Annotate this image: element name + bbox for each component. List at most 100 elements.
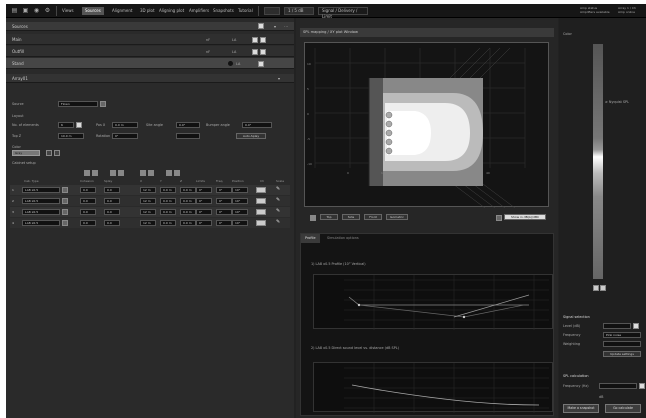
- cabinet-type-field[interactable]: LA8 x0.5: [22, 198, 60, 204]
- preset-btn[interactable]: [174, 170, 180, 176]
- table-cell[interactable]: 0.0: [104, 220, 120, 226]
- row-toggle[interactable]: [256, 187, 266, 193]
- calculate-button[interactable]: Go calculate: [605, 404, 641, 413]
- edit-icon[interactable]: ✎: [276, 219, 280, 225]
- table-cell[interactable]: 0.0 m: [180, 187, 196, 193]
- table-cell[interactable]: 0.0 m: [180, 198, 196, 204]
- view-toggle[interactable]: [310, 215, 316, 221]
- dropdown-arrow[interactable]: [62, 209, 68, 215]
- rotation-field[interactable]: 0°: [112, 133, 138, 139]
- undo-icon[interactable]: ◉: [33, 7, 40, 14]
- table-cell[interactable]: 10°: [232, 209, 248, 215]
- nav-3d-plot[interactable]: 3D plot: [140, 7, 155, 15]
- source-row-outfill[interactable]: Outfill nF LA: [6, 46, 294, 57]
- table-cell[interactable]: 0.0: [104, 187, 120, 193]
- table-cell[interactable]: 12 m: [140, 198, 156, 204]
- source-type-select[interactable]: Flown: [58, 101, 98, 107]
- nav-views[interactable]: Views: [62, 7, 74, 15]
- table-cell[interactable]: 0.0 m: [160, 198, 176, 204]
- source-row-stand[interactable]: Stand LA: [6, 58, 294, 69]
- dropdown-arrow[interactable]: [100, 101, 106, 107]
- pos-x-field[interactable]: 0.0 m: [112, 122, 138, 128]
- table-cell[interactable]: 0.0 m: [160, 220, 176, 226]
- spl-map[interactable]: 10 5 0 -5 -10 0 10 20 30 40: [304, 42, 549, 209]
- view-top-button[interactable]: Top: [320, 214, 338, 220]
- bumper-angle-field[interactable]: 0.0°: [242, 122, 272, 128]
- table-cell[interactable]: 0.0: [104, 209, 120, 215]
- level-control[interactable]: 1 / 5 dB: [284, 7, 314, 15]
- toolbar-control-1[interactable]: [264, 7, 280, 15]
- save-icon[interactable]: ▣: [22, 7, 29, 14]
- nav-tutorial[interactable]: Tutorial: [238, 7, 253, 15]
- edit-icon[interactable]: ✎: [276, 208, 280, 214]
- table-row[interactable]: 2 LA8 x0.5 0.0 0.0 12 m 0.0 m 0.0 m 0° 0° 10° ✎: [10, 196, 290, 206]
- table-cell[interactable]: 10°: [232, 220, 248, 226]
- scale-button[interactable]: [600, 285, 606, 291]
- nav-snapshots[interactable]: Snapshots: [213, 7, 234, 15]
- table-cell[interactable]: 10°: [232, 198, 248, 204]
- edit-icon[interactable]: ✎: [276, 186, 280, 192]
- table-cell[interactable]: 0°: [216, 198, 232, 204]
- row-toggle[interactable]: [256, 198, 266, 204]
- table-cell[interactable]: 0°: [196, 209, 212, 215]
- table-row[interactable]: 1 LA8 x0.5 0.0 0.0 12 m 0.0 m 0.0 m 0° 0° 10° ✎: [10, 185, 290, 195]
- cabinet-type-field[interactable]: LA8 x0.5: [22, 209, 60, 215]
- settings-icon[interactable]: ⚙: [44, 7, 51, 14]
- nav-alignment[interactable]: Alignment: [112, 7, 133, 15]
- site-angle-field[interactable]: 0.0°: [176, 122, 200, 128]
- menu-icon[interactable]: ▤: [11, 7, 18, 14]
- cabinet-type-field[interactable]: LA8 x0.5: [22, 187, 60, 193]
- cabinet-type-field[interactable]: LA8 x0.5: [22, 220, 60, 226]
- table-cell[interactable]: 0.0 m: [180, 209, 196, 215]
- table-cell[interactable]: 0°: [216, 220, 232, 226]
- table-cell[interactable]: 12 m: [140, 220, 156, 226]
- color-scale-bar[interactable]: [593, 44, 603, 279]
- table-cell[interactable]: 0°: [196, 187, 212, 193]
- mute-button[interactable]: [258, 61, 264, 67]
- solo-button[interactable]: [260, 49, 266, 55]
- table-cell[interactable]: 0°: [196, 198, 212, 204]
- dropdown-arrow[interactable]: [62, 187, 68, 193]
- view-side-button[interactable]: Side: [342, 214, 360, 220]
- edit-icon[interactable]: ✎: [276, 197, 280, 203]
- table-cell[interactable]: 0.0: [80, 220, 96, 226]
- preset-btn[interactable]: [166, 170, 172, 176]
- view-iso-button[interactable]: Isometric: [386, 214, 408, 220]
- row-toggle[interactable]: [256, 209, 266, 215]
- mute-button[interactable]: [252, 49, 258, 55]
- table-row[interactable]: 3 LA8 x0.5 0.0 0.0 12 m 0.0 m 0.0 m 0° 0° 10° ✎: [10, 207, 290, 217]
- top-z-field[interactable]: 10.0 m: [58, 133, 84, 139]
- auto-splay-button[interactable]: Auto-Splay: [236, 133, 266, 139]
- table-cell[interactable]: 0.0 m: [180, 220, 196, 226]
- mute-button[interactable]: [252, 37, 258, 43]
- table-cell[interactable]: 0°: [196, 220, 212, 226]
- level-stepper[interactable]: [633, 323, 639, 329]
- freq-add-button[interactable]: [639, 383, 645, 389]
- table-row[interactable]: 4 LA8 x0.5 0.0 0.0 12 m 0.0 m 0.0 m 0° 0° 10° ✎: [10, 218, 290, 228]
- table-cell[interactable]: 0.0: [80, 209, 96, 215]
- snapshot-button[interactable]: Make a snapshot: [563, 404, 599, 413]
- table-cell[interactable]: 0.0 m: [160, 187, 176, 193]
- tab-simulation[interactable]: Simulation options: [323, 234, 363, 243]
- show-db-button[interactable]: Show in dB(A)/dBC: [504, 214, 546, 220]
- extra-field[interactable]: [176, 133, 200, 139]
- db-toggle[interactable]: [496, 215, 502, 221]
- table-cell[interactable]: 0°: [216, 187, 232, 193]
- level-field[interactable]: [603, 323, 631, 329]
- view-front-button[interactable]: Front: [364, 214, 382, 220]
- table-cell[interactable]: 12 m: [140, 209, 156, 215]
- table-cell[interactable]: 12 m: [140, 187, 156, 193]
- menu-dots-icon[interactable]: ⋯: [284, 22, 288, 31]
- nav-sources[interactable]: Sources: [82, 7, 104, 15]
- preset-btn[interactable]: [148, 170, 154, 176]
- elements-field[interactable]: 6: [58, 122, 74, 128]
- table-cell[interactable]: 10°: [232, 187, 248, 193]
- nav-amplifiers[interactable]: Amplifiers: [189, 7, 209, 15]
- collapse-icon[interactable]: ▾: [274, 22, 276, 31]
- table-cell[interactable]: 0.0: [80, 198, 96, 204]
- table-cell[interactable]: 0.0: [80, 187, 96, 193]
- color-select[interactable]: Gray: [12, 150, 40, 156]
- scale-button[interactable]: [593, 285, 599, 291]
- preset-btn[interactable]: [110, 170, 116, 176]
- table-cell[interactable]: 0.0 m: [160, 209, 176, 215]
